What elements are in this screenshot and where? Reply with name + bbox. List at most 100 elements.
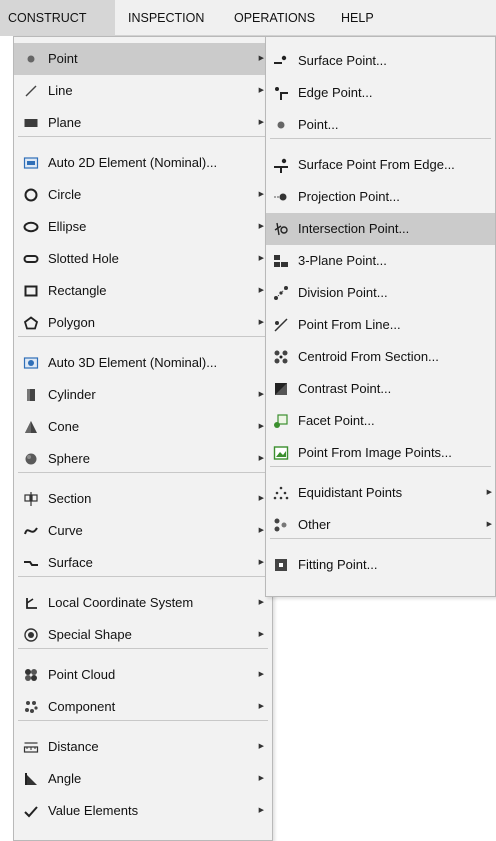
equidistant-points-icon bbox=[273, 485, 289, 501]
construct-menu-item-plane[interactable]: Plane ▶ bbox=[14, 107, 272, 139]
point-submenu-item-equidistant-points[interactable]: Equidistant Points ▶ bbox=[266, 477, 495, 509]
point-submenu-item-surface-point-from-edge[interactable]: Surface Point From Edge... bbox=[266, 149, 495, 181]
construct-menu-item-label: Section bbox=[48, 491, 92, 506]
submenu-arrow-icon: ▶ bbox=[258, 287, 264, 294]
construct-menu-item-polygon[interactable]: Polygon ▶ bbox=[14, 307, 272, 339]
construct-menu-item-label: Auto 2D Element (Nominal)... bbox=[48, 155, 218, 170]
section-icon bbox=[23, 491, 39, 507]
division-point-icon bbox=[273, 285, 289, 301]
construct-menu-item-label: Value Elements bbox=[48, 803, 139, 818]
construct-menu-item-label: Cylinder bbox=[48, 387, 96, 402]
point-submenu-item-label: Projection Point... bbox=[298, 189, 400, 204]
point-submenu-item-label: Centroid From Section... bbox=[298, 349, 439, 364]
point-submenu-item-point-from-image-points[interactable]: Point From Image Points... bbox=[266, 437, 495, 469]
point-submenu-item-intersection-point[interactable]: Intersection Point... bbox=[266, 213, 495, 245]
construct-menu-item-label: Local Coordinate System bbox=[48, 595, 194, 610]
construct-menu-item-label: Ellipse bbox=[48, 219, 87, 234]
construct-menu-item-section[interactable]: Section ▶ bbox=[14, 483, 272, 515]
construct-menu-item-point[interactable]: Point ▶ bbox=[14, 43, 272, 75]
submenu-arrow-icon: ▶ bbox=[486, 489, 492, 496]
menu-separator bbox=[18, 136, 268, 137]
fitting-point-icon bbox=[273, 557, 289, 573]
construct-menu-item-value-elements[interactable]: Value Elements ▶ bbox=[14, 795, 272, 827]
point-submenu-item-label: Facet Point... bbox=[298, 413, 375, 428]
construct-menu-item-special-shape[interactable]: Special Shape ▶ bbox=[14, 619, 272, 651]
construct-menu-item-auto-2d-element-nominal[interactable]: Auto 2D Element (Nominal)... bbox=[14, 147, 272, 179]
submenu-arrow-icon: ▶ bbox=[258, 631, 264, 638]
cone-icon bbox=[23, 419, 39, 435]
auto-3d-element-icon bbox=[23, 355, 39, 371]
point-submenu-item-label: Contrast Point... bbox=[298, 381, 392, 396]
point-submenu-item-division-point[interactable]: Division Point... bbox=[266, 277, 495, 309]
point-submenu-item-label: Intersection Point... bbox=[298, 221, 410, 236]
point-submenu-item-point-from-line[interactable]: Point From Line... bbox=[266, 309, 495, 341]
menu-help[interactable]: HELP bbox=[333, 0, 393, 36]
construct-menu-item-cone[interactable]: Cone ▶ bbox=[14, 411, 272, 443]
construct-menu-item-ellipse[interactable]: Ellipse ▶ bbox=[14, 211, 272, 243]
construct-menu-item-slotted-hole[interactable]: Slotted Hole ▶ bbox=[14, 243, 272, 275]
point-from-line-icon bbox=[273, 317, 289, 333]
submenu-arrow-icon: ▶ bbox=[258, 743, 264, 750]
ellipse-icon bbox=[23, 219, 39, 235]
point-submenu-item-projection-point[interactable]: Projection Point... bbox=[266, 181, 495, 213]
menu-construct[interactable]: CONSTRUCT bbox=[0, 0, 115, 36]
construct-menu-item-local-coordinate-system[interactable]: Local Coordinate System ▶ bbox=[14, 587, 272, 619]
construct-menu-item-surface[interactable]: Surface ▶ bbox=[14, 547, 272, 579]
point-submenu-item-3-plane-point[interactable]: 3-Plane Point... bbox=[266, 245, 495, 277]
construct-menu-item-component[interactable]: Component ▶ bbox=[14, 691, 272, 723]
submenu-arrow-icon: ▶ bbox=[258, 391, 264, 398]
menu-inspection[interactable]: INSPECTION bbox=[120, 0, 228, 36]
submenu-arrow-icon: ▶ bbox=[258, 223, 264, 230]
construct-menu-item-label: Line bbox=[48, 83, 73, 98]
angle-icon bbox=[23, 771, 39, 787]
construct-menu-item-label: Component bbox=[48, 699, 116, 714]
point-submenu-item-fitting-point[interactable]: Fitting Point... bbox=[266, 549, 495, 581]
construct-menu-item-label: Sphere bbox=[48, 451, 90, 466]
submenu-arrow-icon: ▶ bbox=[258, 671, 264, 678]
surface-icon bbox=[23, 555, 39, 571]
centroid-from-section-icon bbox=[273, 349, 289, 365]
construct-menu-item-rectangle[interactable]: Rectangle ▶ bbox=[14, 275, 272, 307]
submenu-arrow-icon: ▶ bbox=[258, 455, 264, 462]
point-submenu-item-label: Division Point... bbox=[298, 285, 388, 300]
surface-point-icon bbox=[273, 53, 289, 69]
construct-menu-item-circle[interactable]: Circle ▶ bbox=[14, 179, 272, 211]
construct-menu-item-cylinder[interactable]: Cylinder ▶ bbox=[14, 379, 272, 411]
point-submenu-item-facet-point[interactable]: Facet Point... bbox=[266, 405, 495, 437]
menu-operations[interactable]: OPERATIONS bbox=[226, 0, 336, 36]
coordinate-system-icon bbox=[23, 595, 39, 611]
menu-separator bbox=[18, 472, 268, 473]
point-submenu-item-other[interactable]: Other ▶ bbox=[266, 509, 495, 541]
construct-menu-item-auto-3d-element-nominal[interactable]: Auto 3D Element (Nominal)... bbox=[14, 347, 272, 379]
menu-separator bbox=[270, 138, 491, 139]
point-submenu-item-label: Equidistant Points bbox=[298, 485, 403, 500]
construct-menu-item-point-cloud[interactable]: Point Cloud ▶ bbox=[14, 659, 272, 691]
point-submenu-item-edge-point[interactable]: Edge Point... bbox=[266, 77, 495, 109]
submenu-arrow-icon: ▶ bbox=[258, 495, 264, 502]
construct-menu-item-angle[interactable]: Angle ▶ bbox=[14, 763, 272, 795]
menu-separator bbox=[18, 576, 268, 577]
construct-menu-item-label: Auto 3D Element (Nominal)... bbox=[48, 355, 218, 370]
point-dot-icon bbox=[23, 51, 39, 67]
point-submenu-item-label: Point From Image Points... bbox=[298, 445, 452, 460]
submenu-arrow-icon: ▶ bbox=[258, 319, 264, 326]
submenu-arrow-icon: ▶ bbox=[258, 423, 264, 430]
point-submenu-item-centroid-from-section[interactable]: Centroid From Section... bbox=[266, 341, 495, 373]
construct-menu: Point ▶ Line ▶ Plane ▶ Auto 2D Element (Nomina… bbox=[13, 36, 273, 841]
point-submenu: Surface Point... Edge Point... Point... Sur… bbox=[265, 36, 496, 597]
construct-menu-item-label: Plane bbox=[48, 115, 82, 130]
construct-menu-item-line[interactable]: Line ▶ bbox=[14, 75, 272, 107]
construct-menu-item-sphere[interactable]: Sphere ▶ bbox=[14, 443, 272, 475]
projection-point-icon bbox=[273, 189, 289, 205]
submenu-arrow-icon: ▶ bbox=[486, 521, 492, 528]
sphere-icon bbox=[23, 451, 39, 467]
point-submenu-item-label: Edge Point... bbox=[298, 85, 373, 100]
point-submenu-item-surface-point[interactable]: Surface Point... bbox=[266, 45, 495, 77]
construct-menu-item-curve[interactable]: Curve ▶ bbox=[14, 515, 272, 547]
menu-separator bbox=[270, 538, 491, 539]
point-submenu-item-contrast-point[interactable]: Contrast Point... bbox=[266, 373, 495, 405]
construct-menu-item-distance[interactable]: Distance ▶ bbox=[14, 731, 272, 763]
point-submenu-item-point[interactable]: Point... bbox=[266, 109, 495, 141]
construct-menu-item-label: Curve bbox=[48, 523, 83, 538]
value-elements-icon bbox=[23, 803, 39, 819]
